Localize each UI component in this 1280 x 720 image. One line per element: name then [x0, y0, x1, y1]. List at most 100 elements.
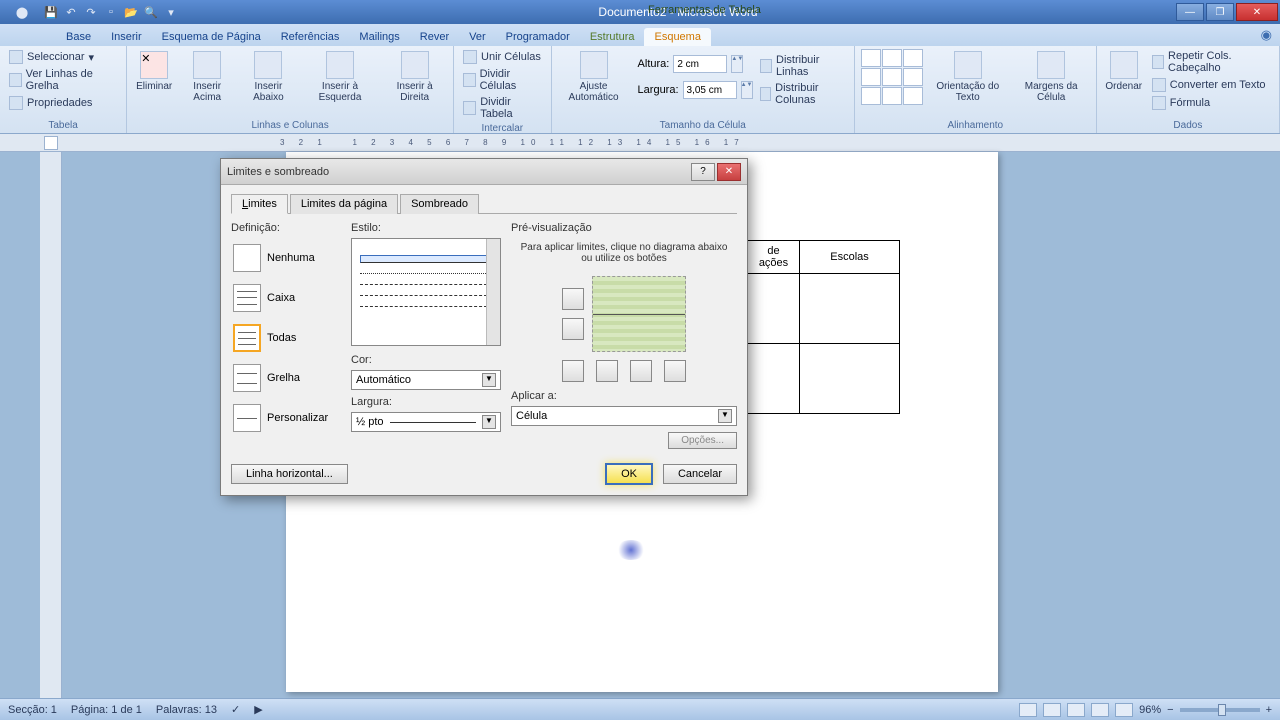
view-web[interactable] — [1067, 703, 1085, 717]
ruler-corner-icon[interactable] — [44, 136, 58, 150]
orientacao-button[interactable]: Orientação do Texto — [927, 49, 1009, 105]
tab-sombreado[interactable]: Sombreado — [400, 194, 479, 214]
dialog-help-button[interactable]: ? — [691, 163, 715, 181]
eliminar-button[interactable]: ✕Eliminar — [133, 49, 175, 94]
seleccionar-button[interactable]: Seleccionar ▾ — [6, 49, 120, 65]
style-solid[interactable] — [360, 255, 492, 263]
align-bc[interactable] — [882, 87, 902, 105]
dialog-close-button[interactable]: ✕ — [717, 163, 741, 181]
status-pagina[interactable]: Página: 1 de 1 — [71, 704, 142, 716]
preview-diagram[interactable] — [592, 276, 686, 352]
tab-programador[interactable]: Programador — [496, 28, 580, 46]
opt-nenhuma[interactable]: Nenhuma — [231, 238, 341, 278]
opt-caixa[interactable]: Caixa — [231, 278, 341, 318]
qat-customize-icon[interactable]: ▾ — [162, 3, 180, 21]
style-dash-dot[interactable] — [360, 306, 492, 307]
ok-button[interactable]: OK — [605, 463, 653, 485]
border-middle-button[interactable] — [562, 318, 584, 340]
align-tr[interactable] — [903, 49, 923, 67]
cor-combo[interactable]: Automático▼ — [351, 370, 501, 390]
ver-linhas-button[interactable]: Ver Linhas de Grelha — [6, 67, 120, 93]
table-cell[interactable] — [800, 344, 900, 414]
office-button-icon[interactable]: ⬤ — [4, 3, 40, 21]
align-tl[interactable] — [861, 49, 881, 67]
status-palavras[interactable]: Palavras: 13 — [156, 704, 217, 716]
view-print-layout[interactable] — [1019, 703, 1037, 717]
propriedades-button[interactable]: Propriedades — [6, 95, 120, 111]
tab-esquema[interactable]: Esquema — [644, 28, 710, 46]
style-dashed-fine[interactable] — [360, 284, 492, 285]
align-ml[interactable] — [861, 68, 881, 86]
tab-referencias[interactable]: Referências — [271, 28, 350, 46]
border-diag-down-button[interactable] — [562, 360, 584, 382]
converter-texto-button[interactable]: Converter em Texto — [1149, 77, 1273, 93]
redo-icon[interactable]: ↷ — [82, 3, 100, 21]
zoom-out-icon[interactable]: − — [1167, 704, 1173, 716]
view-draft[interactable] — [1115, 703, 1133, 717]
view-full-screen[interactable] — [1043, 703, 1061, 717]
aplicar-combo[interactable]: Célula▼ — [511, 406, 737, 426]
ajuste-auto-button[interactable]: Ajuste Automático — [558, 49, 630, 105]
largura-combo[interactable]: ½ pto▼ — [351, 412, 501, 432]
inserir-acima-button[interactable]: Inserir Acima — [179, 49, 235, 105]
align-mr[interactable] — [903, 68, 923, 86]
opt-personalizar[interactable]: Personalizar — [231, 398, 341, 438]
minimize-button[interactable]: — — [1176, 3, 1204, 21]
align-tc[interactable] — [882, 49, 902, 67]
close-button[interactable]: ✕ — [1236, 3, 1278, 21]
formula-button[interactable]: Fórmula — [1149, 95, 1273, 111]
table-cell[interactable]: Escolas — [800, 241, 900, 274]
linha-horizontal-button[interactable]: Linha horizontal... — [231, 464, 348, 484]
opcoes-button[interactable]: Opções... — [668, 432, 737, 449]
help-icon[interactable]: ◉ — [1261, 27, 1272, 46]
dividir-celulas-button[interactable]: Dividir Células — [460, 67, 545, 93]
table-cell[interactable] — [800, 274, 900, 344]
open-icon[interactable]: 📂 — [122, 3, 140, 21]
status-seccao[interactable]: Secção: 1 — [8, 704, 57, 716]
margens-celula-button[interactable]: Margens da Célula — [1013, 49, 1090, 105]
print-preview-icon[interactable]: 🔍 — [142, 3, 160, 21]
zoom-value[interactable]: 96% — [1139, 704, 1161, 716]
tab-ver[interactable]: Ver — [459, 28, 496, 46]
horizontal-ruler[interactable]: 3 2 1 1 2 3 4 5 6 7 8 9 10 11 12 13 14 1… — [0, 134, 1280, 152]
table-cell[interactable] — [748, 344, 800, 414]
tab-limites-pagina[interactable]: Limites da página — [290, 194, 398, 214]
align-mc[interactable] — [882, 68, 902, 86]
table-cell[interactable] — [748, 274, 800, 344]
table-cell[interactable]: deações — [748, 241, 800, 274]
undo-icon[interactable]: ↶ — [62, 3, 80, 21]
vertical-ruler[interactable] — [40, 152, 62, 698]
altura-input[interactable] — [673, 55, 727, 73]
tab-estrutura[interactable]: Estrutura — [580, 28, 645, 46]
dialog-titlebar[interactable]: Limites e sombreado ? ✕ — [221, 159, 747, 185]
inserir-abaixo-button[interactable]: Inserir Abaixo — [239, 49, 297, 105]
style-dashed[interactable] — [360, 295, 492, 296]
style-dotted[interactable] — [360, 273, 492, 274]
border-top-button[interactable] — [562, 288, 584, 310]
style-scrollbar[interactable] — [486, 239, 500, 345]
opt-todas[interactable]: Todas — [231, 318, 341, 358]
repetir-cols-button[interactable]: Repetir Cols. Cabeçalho — [1149, 49, 1273, 75]
cancelar-button[interactable]: Cancelar — [663, 464, 737, 484]
largura-input[interactable] — [683, 81, 737, 99]
distribuir-linhas-button[interactable]: Distribuir Linhas — [757, 53, 848, 79]
ordenar-button[interactable]: Ordenar — [1103, 49, 1145, 94]
zoom-in-icon[interactable]: + — [1266, 704, 1272, 716]
new-icon[interactable]: ▫ — [102, 3, 120, 21]
page-table[interactable]: deaçõesEscolas — [747, 240, 900, 414]
align-br[interactable] — [903, 87, 923, 105]
tab-esquema-pagina[interactable]: Esquema de Página — [152, 28, 271, 46]
macro-icon[interactable]: ▶ — [254, 703, 262, 716]
zoom-slider[interactable] — [1180, 708, 1260, 712]
view-outline[interactable] — [1091, 703, 1109, 717]
inserir-esquerda-button[interactable]: Inserir à Esquerda — [302, 49, 379, 105]
dividir-tabela-button[interactable]: Dividir Tabela — [460, 95, 545, 121]
opt-grelha[interactable]: Grelha — [231, 358, 341, 398]
border-center-button[interactable] — [630, 360, 652, 382]
save-icon[interactable]: 💾 — [42, 3, 60, 21]
style-listbox[interactable] — [351, 238, 501, 346]
maximize-button[interactable]: ❐ — [1206, 3, 1234, 21]
unir-celulas-button[interactable]: Unir Células — [460, 49, 545, 65]
altura-spinner[interactable]: ▲▼ — [731, 55, 743, 73]
distribuir-colunas-button[interactable]: Distribuir Colunas — [757, 81, 848, 107]
